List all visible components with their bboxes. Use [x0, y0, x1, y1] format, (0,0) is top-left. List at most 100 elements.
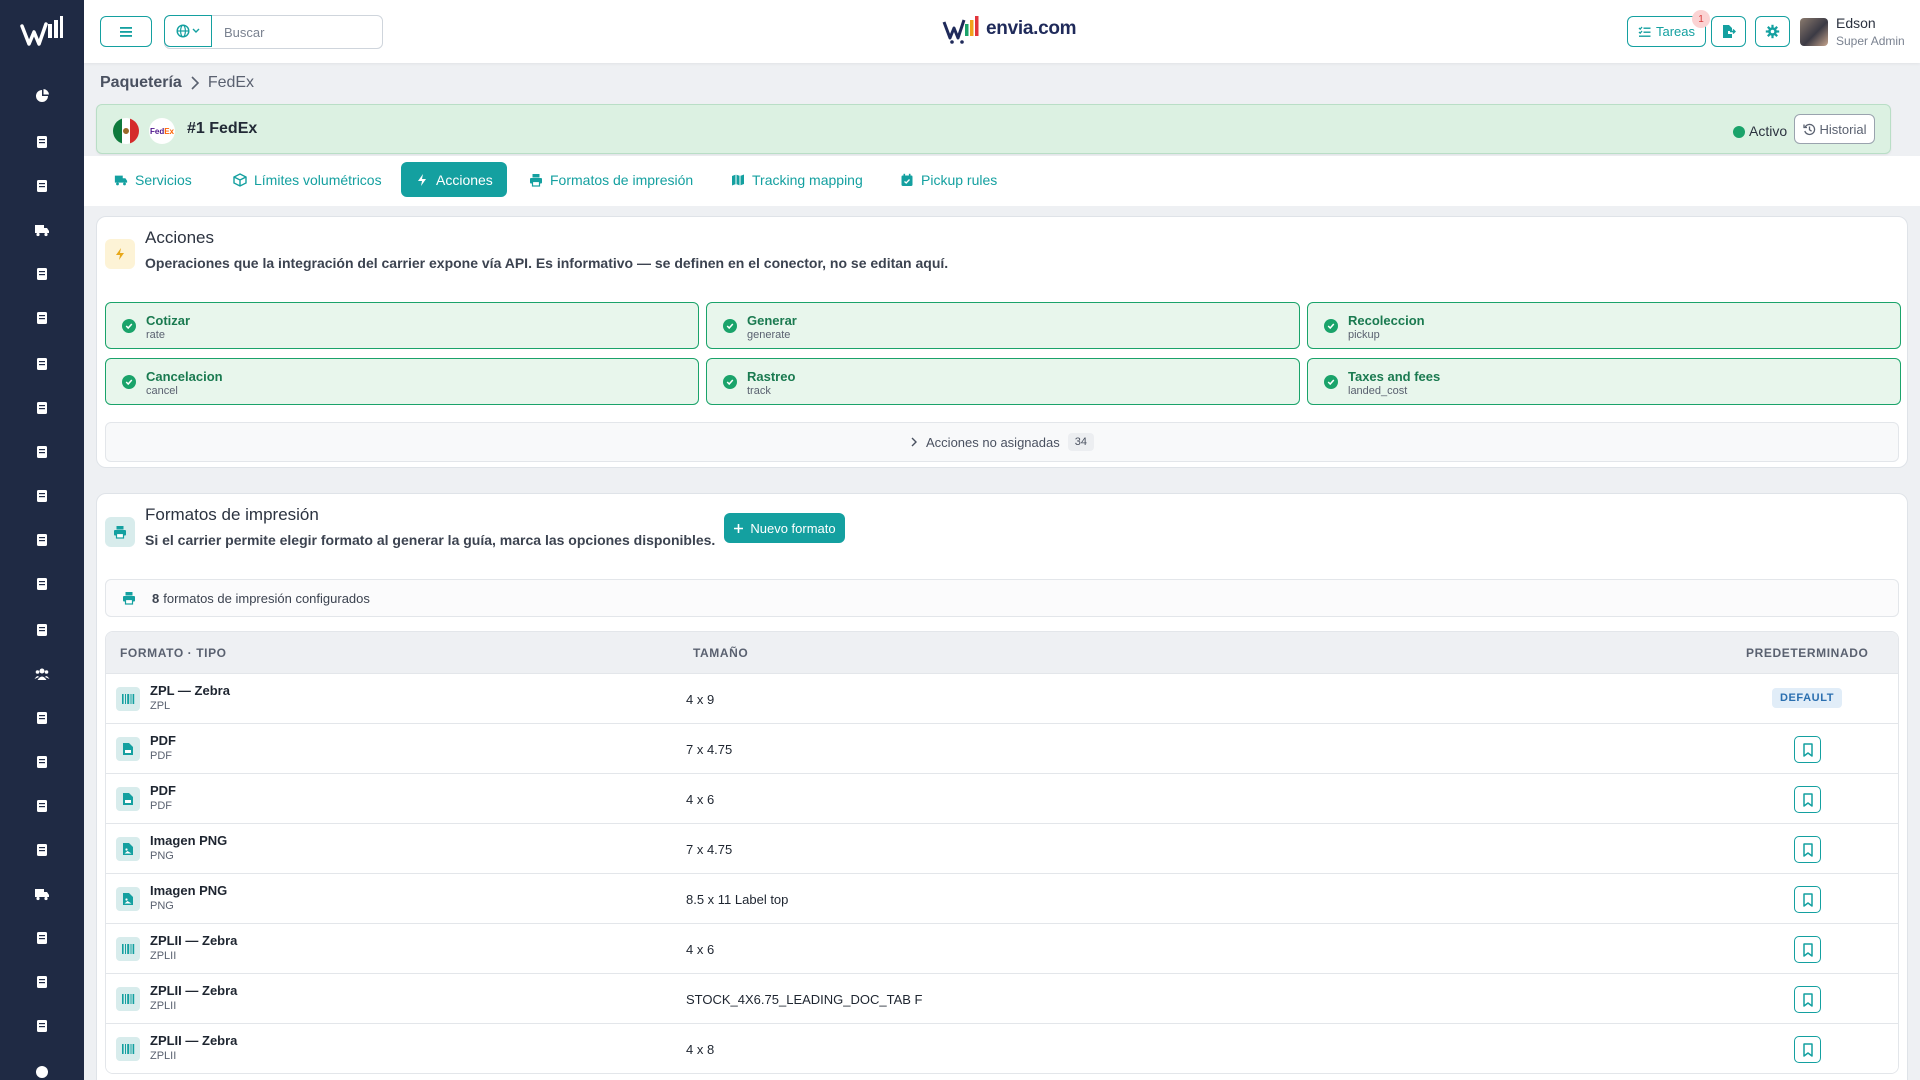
- action-code: track: [747, 385, 771, 397]
- sidebar-item-18[interactable]: [30, 838, 54, 862]
- new-format-label: Nuevo formato: [750, 520, 836, 536]
- action-name: Cancelacion: [146, 369, 223, 384]
- id-badge-icon: [37, 712, 47, 724]
- sidebar-item-11[interactable]: [30, 528, 54, 552]
- format-name: Imagen PNG: [150, 833, 228, 848]
- set-default-button[interactable]: [1794, 736, 1821, 763]
- avatar[interactable]: [1800, 18, 1828, 46]
- tab-label: Tracking mapping: [752, 171, 863, 188]
- sidebar-item-5[interactable]: [30, 262, 54, 286]
- document-icon: [37, 402, 47, 414]
- barcode-icon: [116, 937, 140, 961]
- action-code: rate: [146, 329, 165, 341]
- bookmark-icon: [1802, 892, 1813, 907]
- clipboard-icon: [37, 844, 47, 856]
- sidebar-item-9[interactable]: [30, 440, 54, 464]
- globe-icon: [176, 24, 190, 38]
- tab-formatos-impresion[interactable]: Formatos de impresión: [515, 162, 707, 197]
- truck-icon: [35, 889, 49, 901]
- print-formats-table: FORMATO · TIPO TAMAÑO PREDETERMINADO ZPL…: [105, 631, 1899, 1074]
- action-item-generar[interactable]: Generar generate: [706, 302, 1300, 349]
- tab-servicios[interactable]: Servicios: [100, 162, 206, 197]
- close-box-icon: [37, 180, 47, 192]
- breadcrumb-current: FedEx: [207, 74, 255, 91]
- breadcrumb: Paquetería FedEx: [100, 74, 254, 92]
- formats-count-text: formatos de impresión configurados: [163, 590, 370, 606]
- format-size: 4 x 9: [686, 692, 715, 707]
- id-card-icon: [37, 578, 47, 590]
- sidebar-item-10[interactable]: [30, 484, 54, 508]
- set-default-button[interactable]: [1794, 786, 1821, 813]
- sidebar-item-23[interactable]: [30, 1060, 54, 1080]
- sidebar-item-20[interactable]: [30, 926, 54, 950]
- map-icon: [732, 174, 744, 185]
- carrier-header: Fed Ex #1 FedEx Activo Historial: [96, 104, 1891, 154]
- tabs-bar: Servicios Límites volumétricos Acciones …: [84, 156, 1920, 206]
- set-default-button[interactable]: [1794, 886, 1821, 913]
- envia-logo-icon[interactable]: [20, 14, 64, 48]
- bookmark-icon: [1802, 992, 1813, 1007]
- menu-toggle-button[interactable]: [100, 16, 152, 47]
- set-default-button[interactable]: [1794, 836, 1821, 863]
- sidebar-item-6[interactable]: [30, 306, 54, 330]
- sidebar-item-12[interactable]: [30, 572, 54, 596]
- sidebar-item-3[interactable]: [30, 174, 54, 198]
- unassigned-actions-toggle[interactable]: Acciones no asignadas 34: [105, 422, 1899, 462]
- column-header-formato: FORMATO · TIPO: [120, 646, 227, 660]
- sidebar-item-19[interactable]: [30, 882, 54, 906]
- tab-acciones[interactable]: Acciones: [401, 162, 507, 197]
- sidebar-item-15[interactable]: [30, 706, 54, 730]
- breadcrumb-root[interactable]: Paquetería: [100, 74, 182, 92]
- set-default-button[interactable]: [1794, 1036, 1821, 1063]
- wallet-icon: [37, 136, 47, 148]
- settings-button[interactable]: [1755, 16, 1790, 47]
- user-name[interactable]: Edson: [1836, 15, 1876, 31]
- sidebar-item-13[interactable]: [30, 618, 54, 642]
- user-role: Super Admin: [1836, 34, 1905, 48]
- tab-label: Acciones: [436, 171, 493, 188]
- document-icon: [37, 446, 47, 458]
- action-name: Rastreo: [747, 369, 796, 384]
- sidebar-item-22[interactable]: [30, 1014, 54, 1038]
- sidebar-item-2[interactable]: [30, 130, 54, 154]
- action-item-cotizar[interactable]: Cotizar rate: [105, 302, 699, 349]
- sidebar-item-4[interactable]: [30, 218, 54, 242]
- formats-count-banner: 8 formatos de impresión configurados: [105, 579, 1899, 617]
- format-size: STOCK_4X6.75_LEADING_DOC_TAB F: [686, 992, 923, 1007]
- action-name: Cotizar: [146, 313, 191, 328]
- set-default-button[interactable]: [1794, 986, 1821, 1013]
- check-circle-icon: [723, 319, 737, 333]
- action-item-taxes-and-fees[interactable]: Taxes and fees landed_cost: [1307, 358, 1901, 405]
- edit-document-icon: [37, 756, 47, 768]
- action-item-cancelacion[interactable]: Cancelacion cancel: [105, 358, 699, 405]
- table-row: ZPLII — Zebra ZPLII 4 x 6: [106, 923, 1898, 973]
- format-type: PDF: [150, 750, 172, 762]
- sidebar-item-1[interactable]: [30, 84, 54, 108]
- sidebar-item-7[interactable]: [30, 352, 54, 376]
- tab-tracking-mapping[interactable]: Tracking mapping: [717, 162, 877, 197]
- export-button[interactable]: [1711, 16, 1746, 47]
- format-name: ZPL — Zebra: [150, 683, 230, 698]
- set-default-button[interactable]: [1794, 936, 1821, 963]
- circle-icon: [36, 1066, 48, 1078]
- tab-pickup-rules[interactable]: Pickup rules: [886, 162, 1011, 197]
- sidebar-item-17[interactable]: [30, 794, 54, 818]
- sidebar-item-14[interactable]: [30, 662, 54, 686]
- sidebar-item-8[interactable]: [30, 396, 54, 420]
- bookmark-icon: [1802, 1042, 1813, 1057]
- language-selector-button[interactable]: [164, 15, 212, 47]
- new-format-button[interactable]: Nuevo formato: [724, 513, 845, 543]
- barcode-icon: [116, 987, 140, 1011]
- sidebar-item-21[interactable]: [30, 970, 54, 994]
- envia-brand-logo[interactable]: envia.com: [942, 14, 1077, 44]
- sidebar-item-16[interactable]: [30, 750, 54, 774]
- image-file-icon: [116, 837, 140, 861]
- tab-limites-volumetricos[interactable]: Límites volumétricos: [219, 162, 396, 197]
- action-item-recoleccion[interactable]: Recoleccion pickup: [1307, 302, 1901, 349]
- action-item-rastreo[interactable]: Rastreo track: [706, 358, 1300, 405]
- file-export-icon: [1723, 25, 1736, 38]
- table-row: PDF PDF 4 x 6: [106, 773, 1898, 823]
- tab-label: Servicios: [135, 171, 192, 188]
- history-button[interactable]: Historial: [1794, 114, 1875, 144]
- search-input[interactable]: [212, 16, 372, 48]
